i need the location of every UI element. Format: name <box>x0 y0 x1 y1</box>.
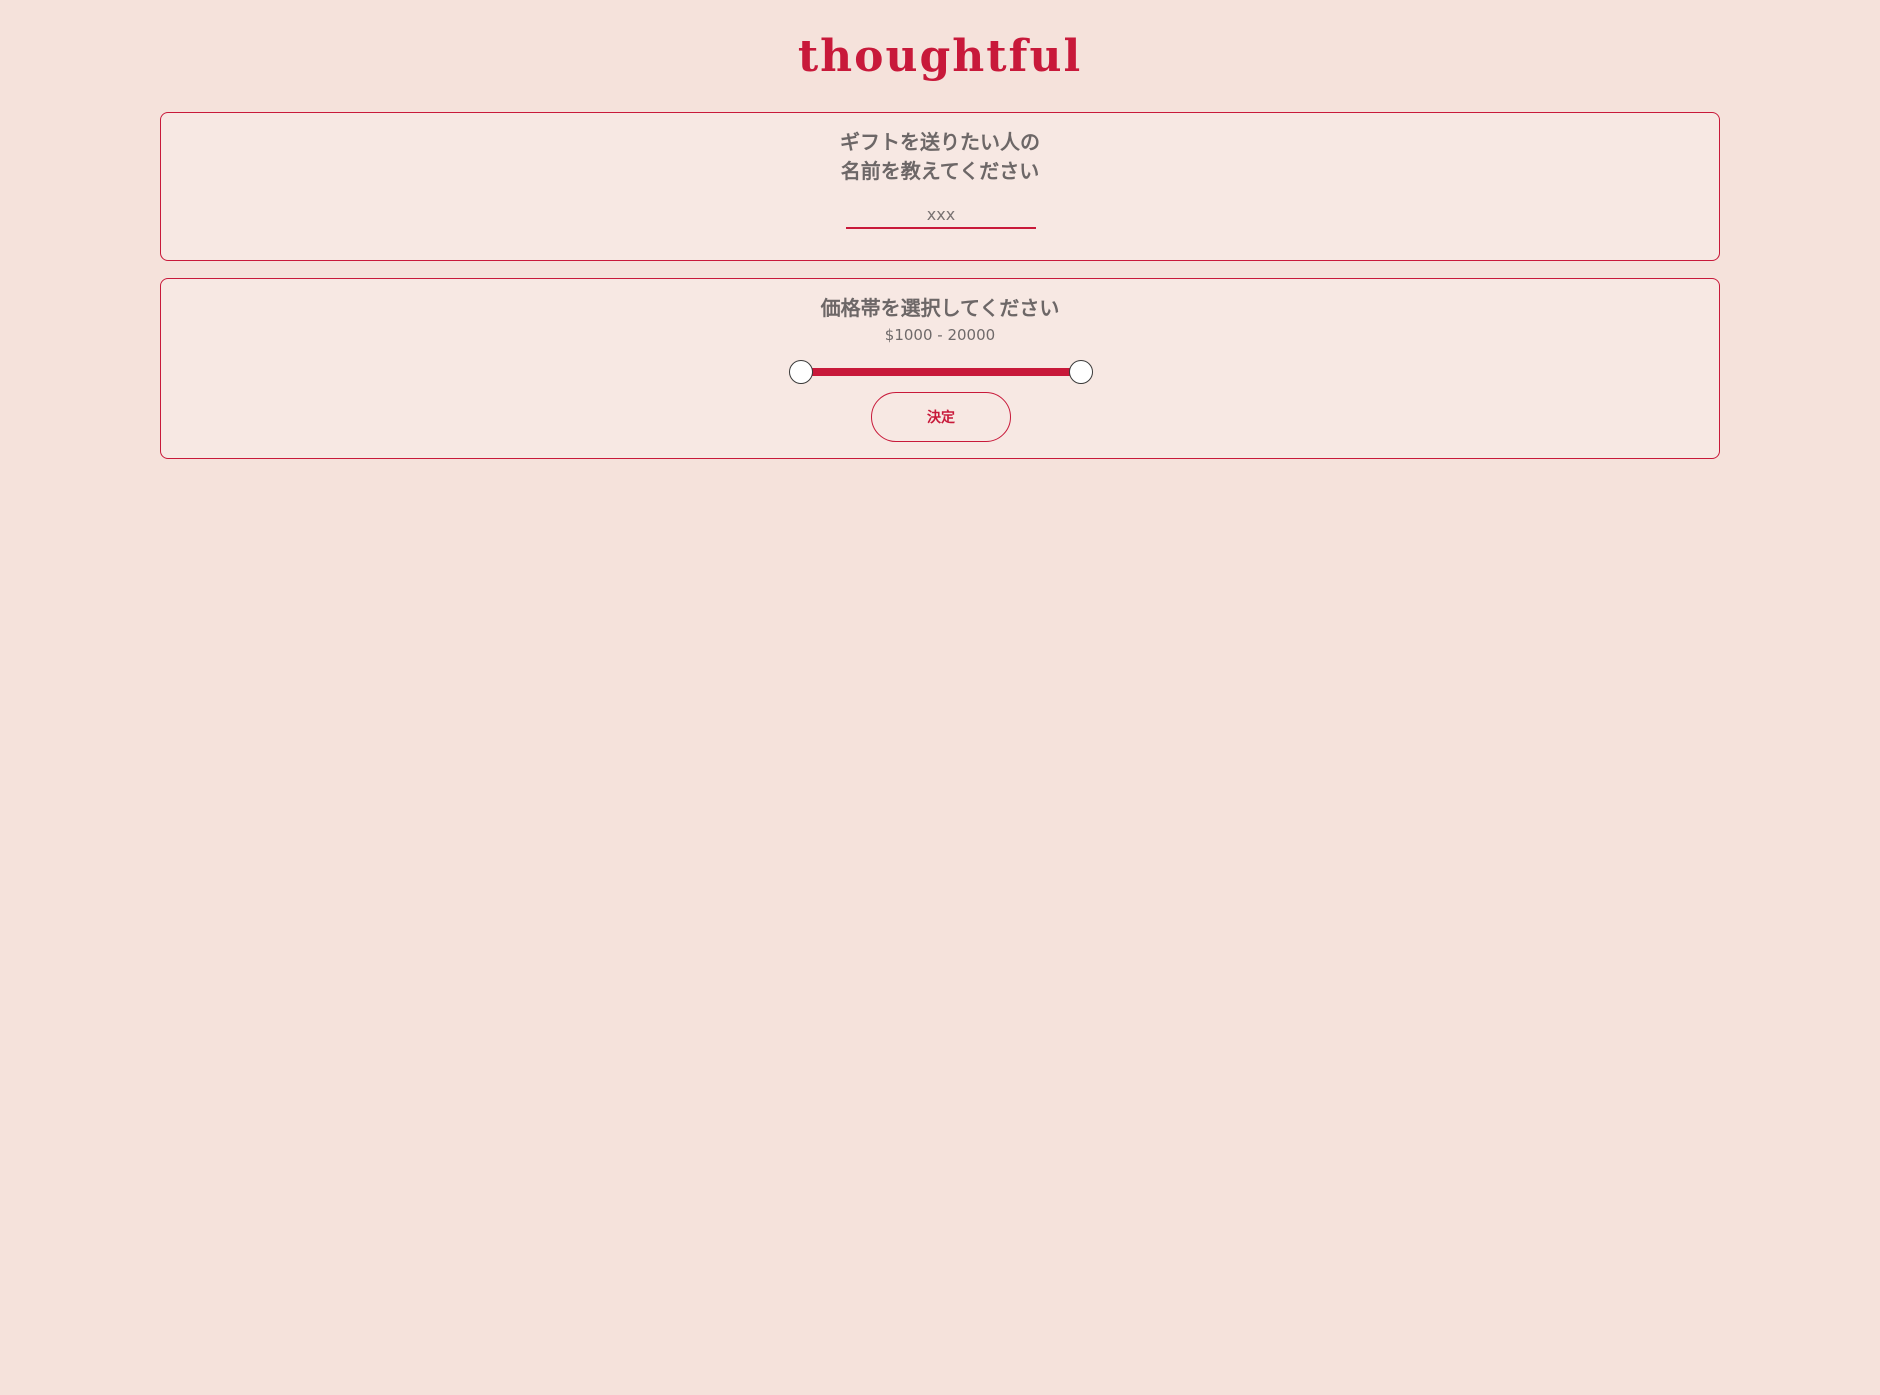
price-range-prompt: 価格帯を選択してください <box>820 296 1060 320</box>
recipient-name-card: ギフトを送りたい人の 名前を教えてください <box>160 112 1720 261</box>
slider-max-handle[interactable] <box>1069 360 1093 384</box>
submit-button[interactable]: 決定 <box>871 392 1011 442</box>
recipient-name-prompt-line1: ギフトを送りたい人の <box>840 130 1040 154</box>
slider-selected-range <box>801 368 1081 376</box>
price-range-value: $1000 - 20000 <box>884 326 996 344</box>
recipient-name-prompt-line2: 名前を教えてください <box>840 159 1040 183</box>
recipient-name-input[interactable] <box>846 203 1036 229</box>
logo: thoughtful <box>797 31 1083 82</box>
price-range-slider[interactable] <box>789 359 1093 385</box>
slider-min-handle[interactable] <box>789 360 813 384</box>
price-range-card: 価格帯を選択してください $1000 - 20000 決定 <box>160 278 1720 459</box>
